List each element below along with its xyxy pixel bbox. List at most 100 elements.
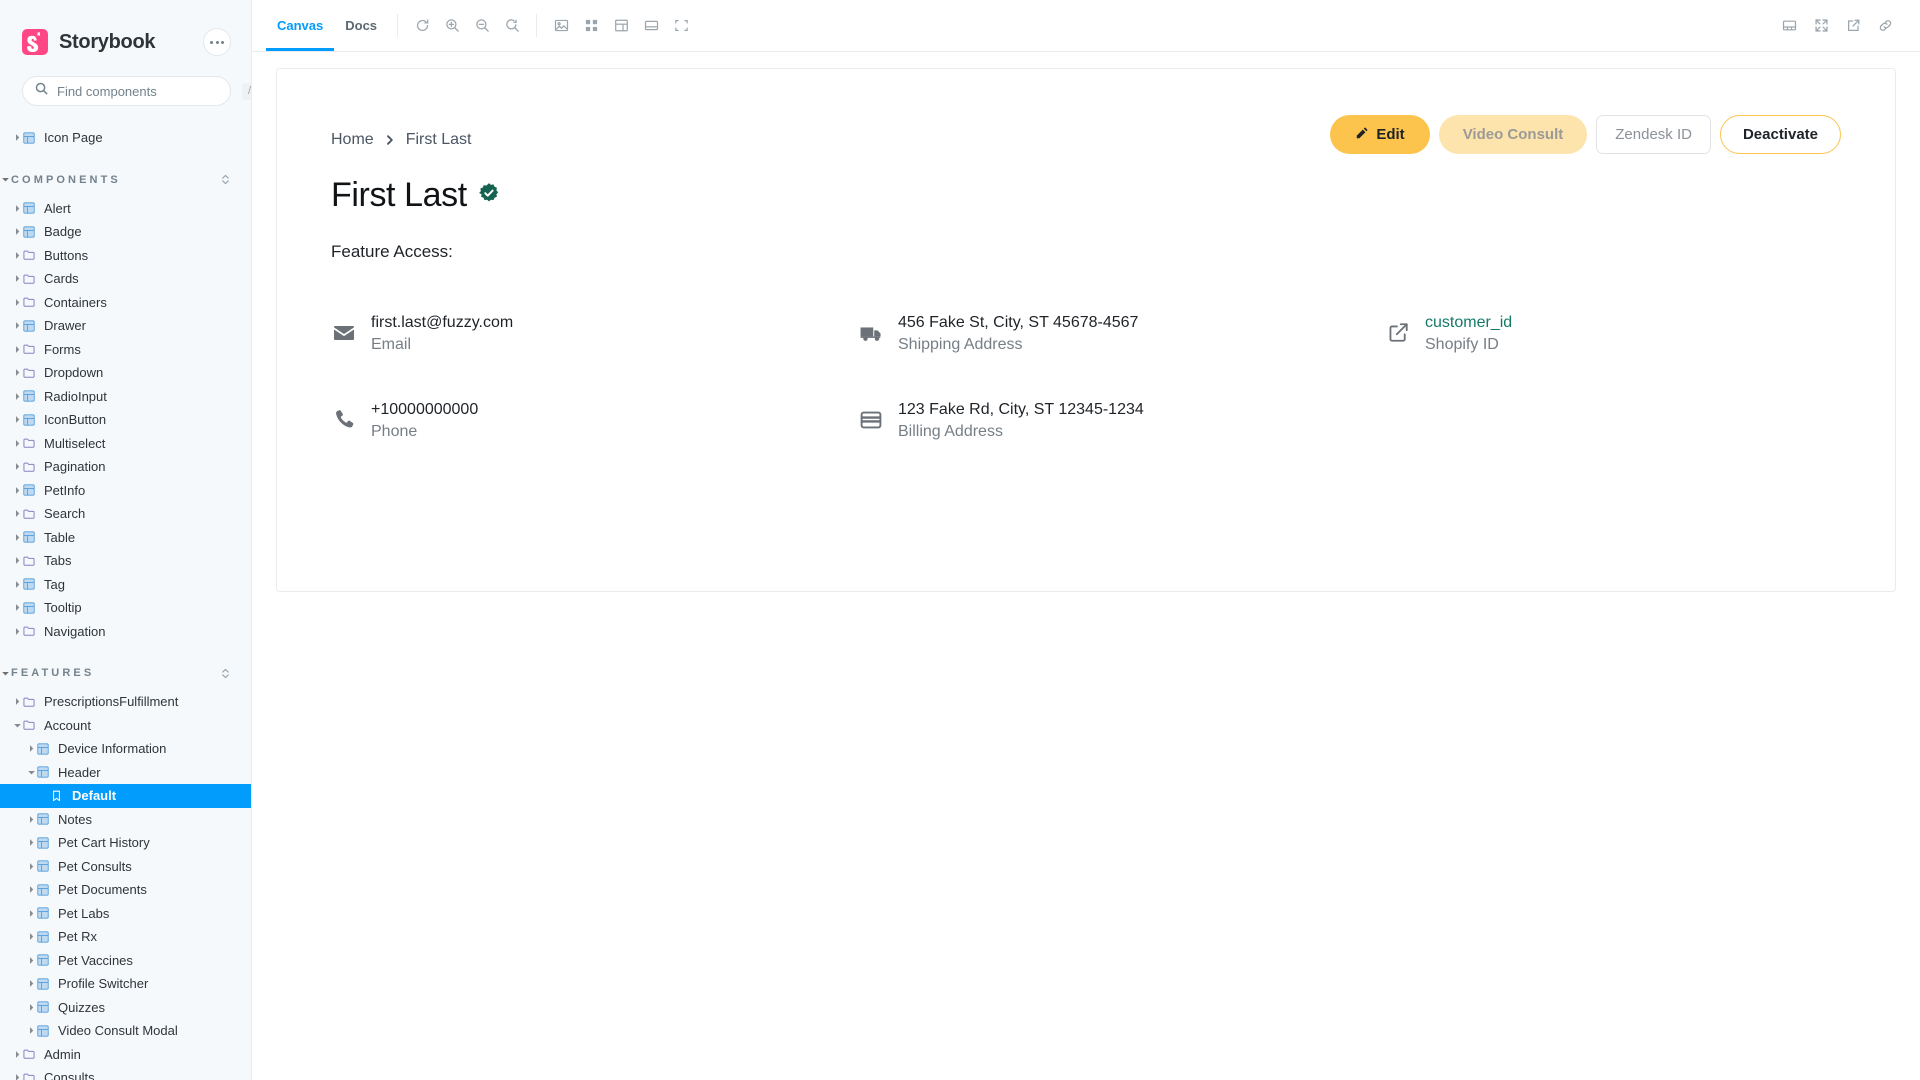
sidebar-section-features[interactable]: FEATURES bbox=[0, 661, 251, 685]
zendesk-id-button[interactable]: Zendesk ID bbox=[1596, 115, 1711, 154]
open-in-new-tab-icon[interactable] bbox=[1838, 11, 1868, 41]
sidebar-item-default[interactable]: Default bbox=[0, 784, 251, 808]
caret-right-icon[interactable] bbox=[26, 1003, 37, 1012]
grid-icon[interactable] bbox=[576, 11, 606, 41]
sidebar-item-table[interactable]: Table bbox=[0, 526, 251, 550]
sidebar-item-drawer[interactable]: Drawer bbox=[0, 314, 251, 338]
caret-down-icon[interactable] bbox=[26, 769, 37, 776]
caret-right-icon[interactable] bbox=[26, 979, 37, 988]
caret-right-icon[interactable] bbox=[12, 439, 23, 448]
outline-icon[interactable] bbox=[666, 11, 696, 41]
caret-right-icon[interactable] bbox=[26, 956, 37, 965]
caret-right-icon[interactable] bbox=[12, 392, 23, 401]
sidebar-item-tag[interactable]: Tag bbox=[0, 573, 251, 597]
sidebar-item-profile-switcher[interactable]: Profile Switcher bbox=[0, 972, 251, 996]
breadcrumb-home[interactable]: Home bbox=[331, 131, 374, 149]
sidebar-item-tabs[interactable]: Tabs bbox=[0, 549, 251, 573]
caret-right-icon[interactable] bbox=[12, 627, 23, 636]
sidebar-item-header[interactable]: Header bbox=[0, 761, 251, 785]
expand-collapse-icon[interactable] bbox=[220, 174, 231, 185]
sidebar-item-tooltip[interactable]: Tooltip bbox=[0, 596, 251, 620]
tab-docs[interactable]: Docs bbox=[334, 0, 388, 51]
sidebar-item-dropdown[interactable]: Dropdown bbox=[0, 361, 251, 385]
sidebar-item-radioinput[interactable]: RadioInput bbox=[0, 385, 251, 409]
sidebar-section-components[interactable]: COMPONENTS bbox=[0, 168, 251, 192]
caret-right-icon[interactable] bbox=[26, 838, 37, 847]
sidebar-item-petinfo[interactable]: PetInfo bbox=[0, 479, 251, 503]
caret-right-icon[interactable] bbox=[26, 932, 37, 941]
zoom-out-icon[interactable] bbox=[467, 11, 497, 41]
sidebar-item-prescriptionsfulfillment[interactable]: PrescriptionsFulfillment bbox=[0, 690, 251, 714]
sidebar-item-navigation[interactable]: Navigation bbox=[0, 620, 251, 644]
sidebar-item-pet-vaccines[interactable]: Pet Vaccines bbox=[0, 949, 251, 973]
caret-right-icon[interactable] bbox=[12, 556, 23, 565]
sidebar-item-cards[interactable]: Cards bbox=[0, 267, 251, 291]
copy-link-icon[interactable] bbox=[1870, 11, 1900, 41]
caret-right-icon[interactable] bbox=[12, 603, 23, 612]
caret-right-icon[interactable] bbox=[26, 1026, 37, 1035]
zoom-in-icon[interactable] bbox=[437, 11, 467, 41]
caret-right-icon[interactable] bbox=[26, 744, 37, 753]
expand-collapse-icon[interactable] bbox=[220, 668, 231, 679]
tab-canvas[interactable]: Canvas bbox=[266, 0, 335, 51]
remount-icon[interactable] bbox=[407, 11, 437, 41]
background-image-icon[interactable] bbox=[546, 11, 576, 41]
caret-right-icon[interactable] bbox=[12, 1073, 23, 1080]
sidebar-item-pet-consults[interactable]: Pet Consults bbox=[0, 855, 251, 879]
caret-right-icon[interactable] bbox=[12, 274, 23, 283]
ellipsis-menu-icon[interactable] bbox=[203, 28, 231, 56]
caret-right-icon[interactable] bbox=[26, 885, 37, 894]
sidebar-item-admin[interactable]: Admin bbox=[0, 1043, 251, 1067]
sidebar-item-notes[interactable]: Notes bbox=[0, 808, 251, 832]
caret-right-icon[interactable] bbox=[12, 133, 23, 142]
addons-panel-icon[interactable] bbox=[1774, 11, 1804, 41]
viewport-icon[interactable] bbox=[636, 11, 666, 41]
sidebar-item-pet-cart-history[interactable]: Pet Cart History bbox=[0, 831, 251, 855]
caret-right-icon[interactable] bbox=[12, 580, 23, 589]
search-input[interactable] bbox=[57, 83, 233, 99]
sidebar-item-iconbutton[interactable]: IconButton bbox=[0, 408, 251, 432]
caret-right-icon[interactable] bbox=[12, 415, 23, 424]
sidebar-item-pet-labs[interactable]: Pet Labs bbox=[0, 902, 251, 926]
sidebar-item-containers[interactable]: Containers bbox=[0, 291, 251, 315]
caret-right-icon[interactable] bbox=[12, 298, 23, 307]
sidebar-item-account[interactable]: Account bbox=[0, 714, 251, 738]
caret-right-icon[interactable] bbox=[12, 368, 23, 377]
zoom-reset-icon[interactable] bbox=[497, 11, 527, 41]
sidebar-item-buttons[interactable]: Buttons bbox=[0, 244, 251, 268]
edit-button[interactable]: Edit bbox=[1330, 115, 1430, 154]
sidebar-item-consults[interactable]: Consults bbox=[0, 1066, 251, 1080]
caret-right-icon[interactable] bbox=[26, 862, 37, 871]
caret-right-icon[interactable] bbox=[12, 486, 23, 495]
caret-right-icon[interactable] bbox=[12, 227, 23, 236]
caret-right-icon[interactable] bbox=[12, 204, 23, 213]
sidebar-item-multiselect[interactable]: Multiselect bbox=[0, 432, 251, 456]
sidebar-item-pet-documents[interactable]: Pet Documents bbox=[0, 878, 251, 902]
sidebar-item-pagination[interactable]: Pagination bbox=[0, 455, 251, 479]
caret-right-icon[interactable] bbox=[12, 321, 23, 330]
fullscreen-icon[interactable] bbox=[1806, 11, 1836, 41]
video-consult-button[interactable]: Video Consult bbox=[1438, 115, 1588, 154]
sidebar-item-quizzes[interactable]: Quizzes bbox=[0, 996, 251, 1020]
caret-down-icon[interactable] bbox=[12, 722, 23, 729]
caret-right-icon[interactable] bbox=[12, 462, 23, 471]
caret-right-icon[interactable] bbox=[12, 533, 23, 542]
search-box[interactable]: / bbox=[22, 76, 251, 106]
sidebar-item-search[interactable]: Search bbox=[0, 502, 251, 526]
deactivate-button[interactable]: Deactivate bbox=[1719, 115, 1841, 154]
storybook-brand[interactable]: Storybook bbox=[22, 29, 156, 55]
sidebar-item-pet-rx[interactable]: Pet Rx bbox=[0, 925, 251, 949]
caret-right-icon[interactable] bbox=[12, 345, 23, 354]
sidebar-item-device-information[interactable]: Device Information bbox=[0, 737, 251, 761]
caret-right-icon[interactable] bbox=[12, 1050, 23, 1059]
caret-right-icon[interactable] bbox=[12, 251, 23, 260]
caret-right-icon[interactable] bbox=[26, 909, 37, 918]
info-value[interactable]: customer_id bbox=[1425, 314, 1512, 332]
sidebar-item-alert[interactable]: Alert bbox=[0, 197, 251, 221]
caret-right-icon[interactable] bbox=[12, 509, 23, 518]
sidebar-item-forms[interactable]: Forms bbox=[0, 338, 251, 362]
sidebar-item-video-consult-modal[interactable]: Video Consult Modal bbox=[0, 1019, 251, 1043]
sidebar-item-badge[interactable]: Badge bbox=[0, 220, 251, 244]
measure-icon[interactable] bbox=[606, 11, 636, 41]
caret-right-icon[interactable] bbox=[12, 697, 23, 706]
